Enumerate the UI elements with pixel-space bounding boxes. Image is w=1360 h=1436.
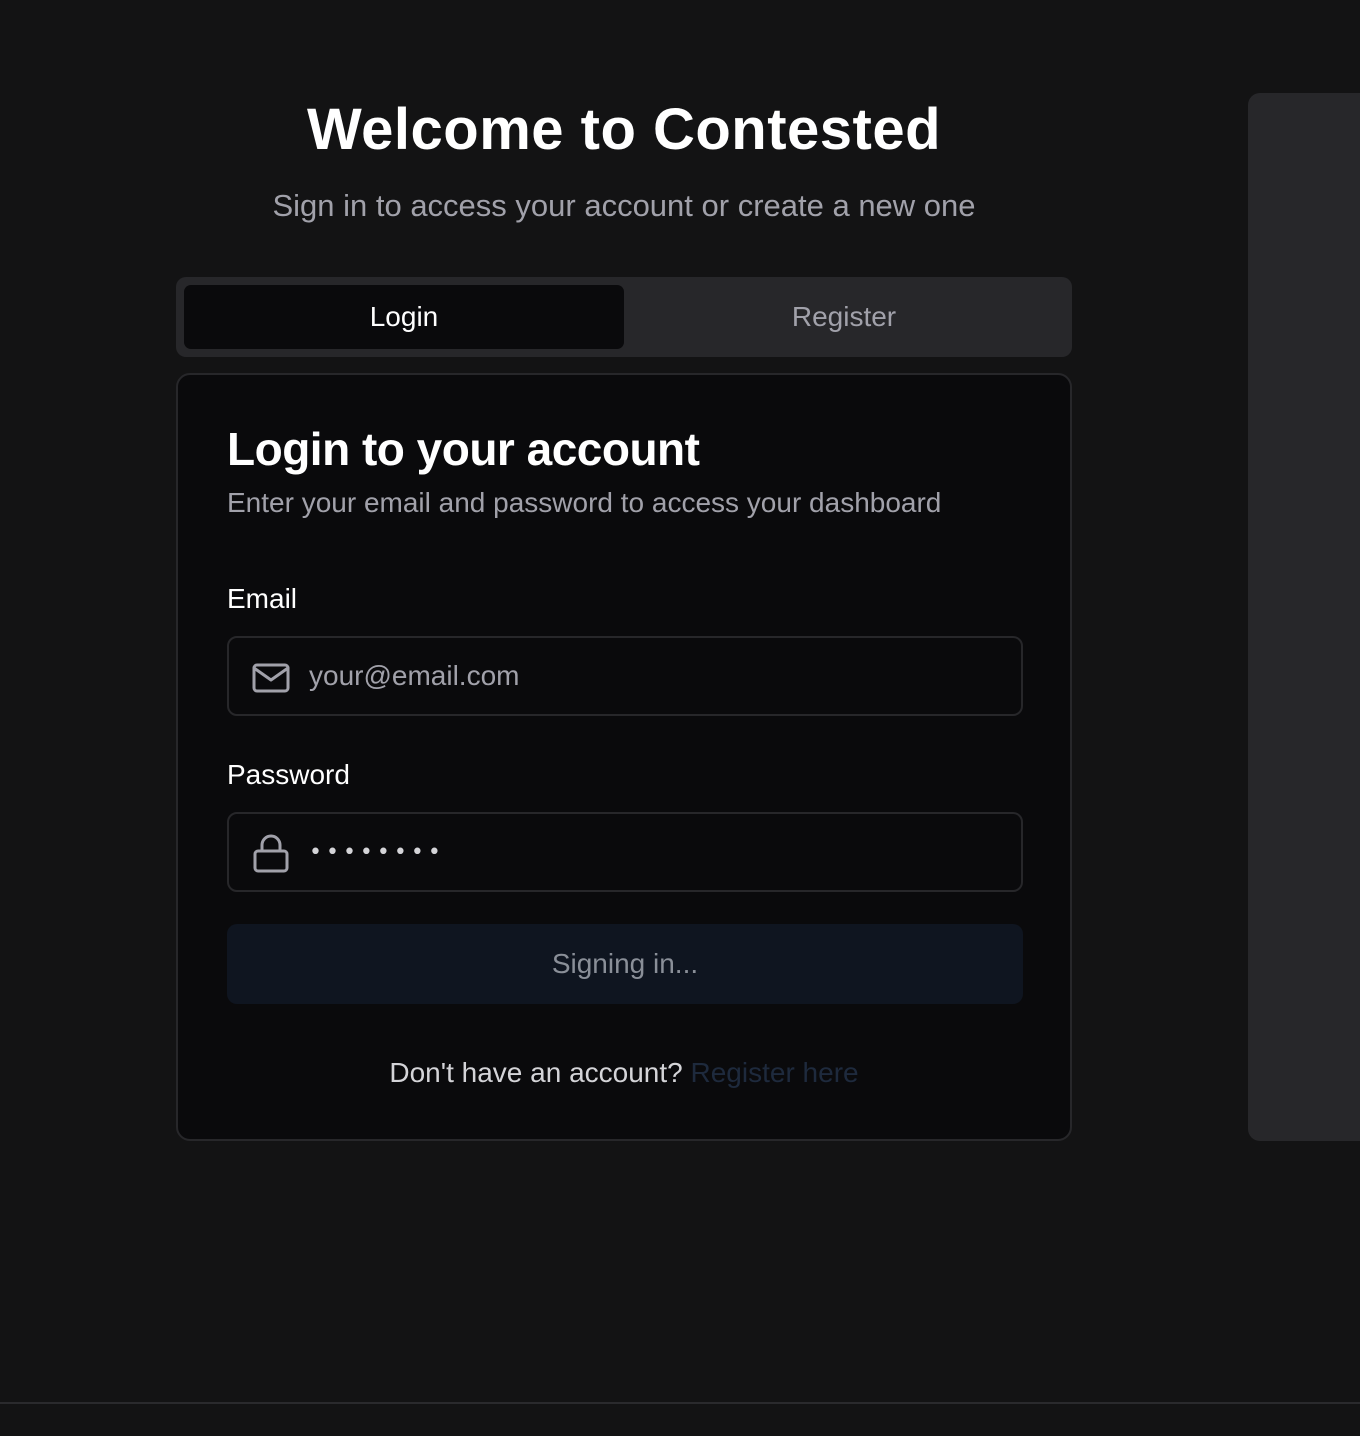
- register-prompt-text: Don't have an account?: [389, 1057, 683, 1088]
- mail-icon: [252, 663, 290, 693]
- bottom-divider: [0, 1402, 1360, 1404]
- tab-register[interactable]: Register: [624, 285, 1064, 349]
- password-input[interactable]: [309, 814, 999, 890]
- password-label: Password: [227, 759, 350, 790]
- login-card: Login to your account Enter your email a…: [176, 373, 1072, 1141]
- email-field[interactable]: [227, 636, 1023, 716]
- email-label: Email: [227, 583, 298, 614]
- page-subtitle: Sign in to access your account or create…: [272, 188, 976, 223]
- lock-icon: [253, 834, 289, 873]
- sign-in-button[interactable]: Signing in...: [227, 924, 1023, 1004]
- register-link[interactable]: Register here: [691, 1057, 859, 1088]
- register-prompt: Don't have an account? Register here: [178, 1055, 1070, 1091]
- tab-login[interactable]: Login: [184, 285, 624, 349]
- card-title: Login to your account: [227, 423, 700, 475]
- auth-tabs: Login Register: [176, 277, 1072, 357]
- page-title: Welcome to Contested: [306, 97, 942, 162]
- email-input[interactable]: [309, 638, 999, 714]
- password-field[interactable]: [227, 812, 1023, 892]
- card-description: Enter your email and password to access …: [227, 487, 942, 518]
- side-panel: [1248, 93, 1360, 1141]
